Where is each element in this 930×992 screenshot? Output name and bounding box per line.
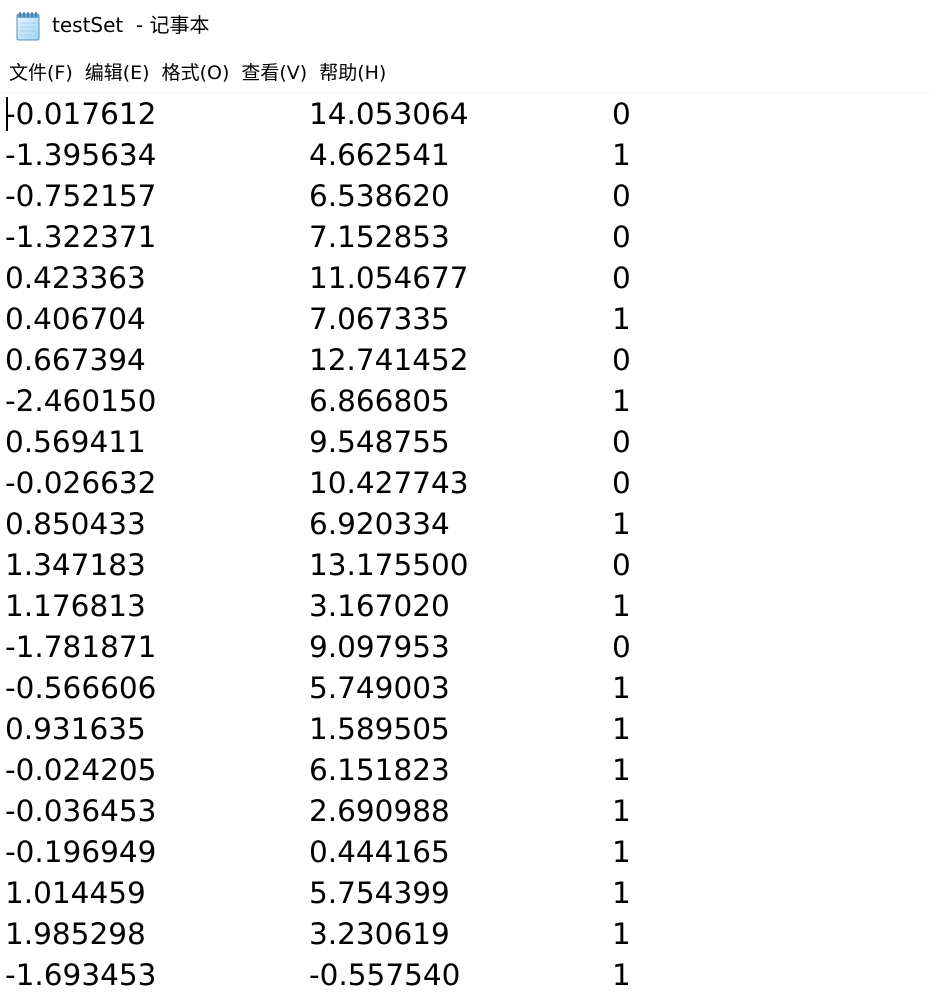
notepad-icon [14, 10, 42, 42]
text-value: -0.752157 [5, 179, 157, 213]
text-value: 13.175500 [309, 548, 469, 582]
text-value: -1.781871 [5, 630, 157, 664]
text-value: 6.866805 [309, 384, 450, 418]
text-value: 0.850433 [5, 507, 146, 541]
text-value: 2.690988 [309, 794, 450, 828]
text-value: 9.548755 [309, 425, 450, 459]
text-value: 0 [612, 97, 631, 131]
text-value: -2.460150 [5, 384, 157, 418]
text-value: -0.557540 [309, 958, 461, 992]
text-value: 11.054677 [309, 261, 469, 295]
text-editor-area[interactable]: -0.017612 14.053064 0 -1.395634 4.662541 1 -0.… [0, 93, 930, 992]
text-value: 12.741452 [309, 343, 469, 377]
menu-bar: 文件(F) 编辑(E) 格式(O) 查看(V) 帮助(H) [0, 56, 930, 90]
text-value: 10.427743 [309, 466, 469, 500]
text-value: 3.167020 [309, 589, 450, 623]
text-value: 0.423363 [5, 261, 146, 295]
text-value: 6.920334 [309, 507, 450, 541]
text-value: 1 [612, 753, 631, 787]
text-value: 0.569411 [5, 425, 146, 459]
text-value: 0.406704 [5, 302, 146, 336]
text-value: 1 [612, 794, 631, 828]
menu-edit[interactable]: 编辑(E) [82, 58, 153, 88]
text-value: 0.931635 [5, 712, 146, 746]
text-value: 1.347183 [5, 548, 146, 582]
menu-view[interactable]: 查看(V) [238, 58, 310, 88]
text-value: 5.749003 [309, 671, 450, 705]
text-value: 0.667394 [5, 343, 146, 377]
text-value: 1 [612, 507, 631, 541]
text-value: 1.176813 [5, 589, 146, 623]
text-value: -1.693453 [5, 958, 157, 992]
text-value: -0.026632 [5, 466, 157, 500]
text-value: 0 [612, 179, 631, 213]
text-value: 0 [612, 548, 631, 582]
text-value: 1 [612, 876, 631, 910]
text-value: 6.151823 [309, 753, 450, 787]
text-value: 0.444165 [309, 835, 450, 869]
menu-help[interactable]: 帮助(H) [316, 58, 389, 88]
text-value: 1.589505 [309, 712, 450, 746]
text-value: 7.152853 [309, 220, 450, 254]
text-value: 3.230619 [309, 917, 450, 951]
text-value: 1 [612, 712, 631, 746]
text-value: 6.538620 [309, 179, 450, 213]
text-value: 1 [612, 589, 631, 623]
text-value: 1 [612, 302, 631, 336]
text-value: 1.985298 [5, 917, 146, 951]
text-value: -0.196949 [5, 835, 157, 869]
text-value: -0.024205 [5, 753, 157, 787]
text-value: -0.017612 [5, 97, 157, 131]
text-value: 9.097953 [309, 630, 450, 664]
text-value: 1 [612, 917, 631, 951]
text-value: 1 [612, 958, 631, 992]
text-value: 0 [612, 220, 631, 254]
text-value: -1.322371 [5, 220, 157, 254]
text-value: 14.053064 [309, 97, 469, 131]
text-value: -0.566606 [5, 671, 157, 705]
text-value: 0 [612, 425, 631, 459]
text-value: 1 [612, 384, 631, 418]
title-bar[interactable]: testSet - 记事本 [0, 0, 930, 52]
text-value: 0 [612, 630, 631, 664]
text-value: 1 [612, 835, 631, 869]
text-value: 5.754399 [309, 876, 450, 910]
menu-file[interactable]: 文件(F) [6, 58, 76, 88]
text-value: 4.662541 [309, 138, 450, 172]
text-value: 1 [612, 671, 631, 705]
text-value: 0 [612, 343, 631, 377]
text-value: -1.395634 [5, 138, 157, 172]
window-title: testSet - 记事本 [52, 13, 210, 37]
text-value: 7.067335 [309, 302, 450, 336]
text-value: 1 [612, 138, 631, 172]
menu-format[interactable]: 格式(O) [159, 58, 233, 88]
text-value: 1.014459 [5, 876, 146, 910]
text-value: -0.036453 [5, 794, 157, 828]
text-value: 0 [612, 261, 631, 295]
text-value: 0 [612, 466, 631, 500]
